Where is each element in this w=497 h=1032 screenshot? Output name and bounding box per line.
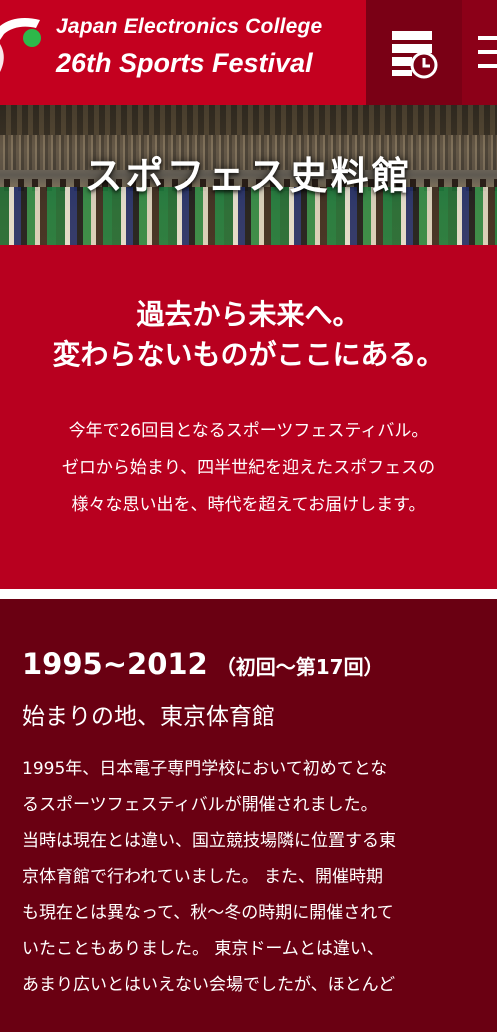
- festival-logo-icon[interactable]: [0, 14, 44, 74]
- era-body-line: るスポーツフェスティバルが開催されました。: [22, 795, 378, 815]
- era-body-line: 京体育館で行われていました。 また、開催時期: [22, 867, 384, 887]
- page-title: スポフェス史料館: [84, 154, 413, 198]
- site-header: Japan Electronics College 26th Sports Fe…: [0, 0, 497, 105]
- intro-text-line2: ゼロから始まり、四半世紀を迎えたスポフェスの: [61, 458, 436, 478]
- intro-section: 過去から未来へ。 変わらないものがここにある。 今年で26回目となるスポーツフェ…: [0, 245, 497, 589]
- history-section: 1995~2012 （初回～第17回） 始まりの地、東京体育館 1995年、日本…: [0, 599, 497, 1032]
- era-years: 1995~2012: [22, 647, 208, 681]
- arena-roof-image: [0, 105, 497, 135]
- hero-banner: スポフェス史料館: [0, 105, 497, 245]
- intro-text-line1: 今年で26回目となるスポーツフェスティバル。: [68, 421, 429, 441]
- intro-description: 今年で26回目となるスポーツフェスティバル。 ゼロから始まり、四半世紀を迎えたス…: [0, 413, 497, 524]
- history-archive-button[interactable]: [366, 0, 462, 105]
- menu-bar-icon: [478, 50, 497, 54]
- section-divider: [0, 589, 497, 599]
- logo-text[interactable]: Japan Electronics College 26th Sports Fe…: [56, 14, 322, 80]
- era-body-line: 1995年、日本電子専門学校において初めてとな: [22, 759, 388, 779]
- hamburger-menu-button[interactable]: [462, 0, 497, 105]
- intro-heading-line1: 過去から未来へ。: [136, 298, 361, 331]
- era-body: 1995年、日本電子専門学校において初めてとな るスポーツフェスティバルが開催さ…: [22, 751, 475, 1003]
- era-body-line: いたこともありました。 東京ドームとは違い、: [22, 939, 384, 959]
- menu-bar-icon: [478, 64, 497, 68]
- logo-title-line1: Japan Electronics College: [56, 15, 323, 38]
- logo-title-line2: 26th Sports Festival: [56, 48, 313, 78]
- era-subtitle: 始まりの地、東京体育館: [22, 704, 275, 730]
- era-body-line: 当時は現在とは違い、国立競技場隣に位置する東: [22, 831, 396, 851]
- era-body-line: も現在とは異なって、秋～冬の時期に開催されて: [22, 903, 394, 923]
- era-heading: 1995~2012 （初回～第17回）: [22, 647, 475, 681]
- intro-heading: 過去から未来へ。 変わらないものがここにある。: [0, 295, 497, 375]
- era-range: （初回～第17回）: [215, 655, 384, 679]
- menu-bar-icon: [478, 36, 497, 40]
- archive-history-icon: [392, 30, 438, 78]
- intro-text-line3: 様々な思い出を、時代を超えてお届けします。: [71, 495, 426, 515]
- intro-heading-line2: 変わらないものがここにある。: [52, 338, 445, 371]
- era-body-line: あまり広いとはいえない会場でしたが、ほとんど: [22, 975, 396, 995]
